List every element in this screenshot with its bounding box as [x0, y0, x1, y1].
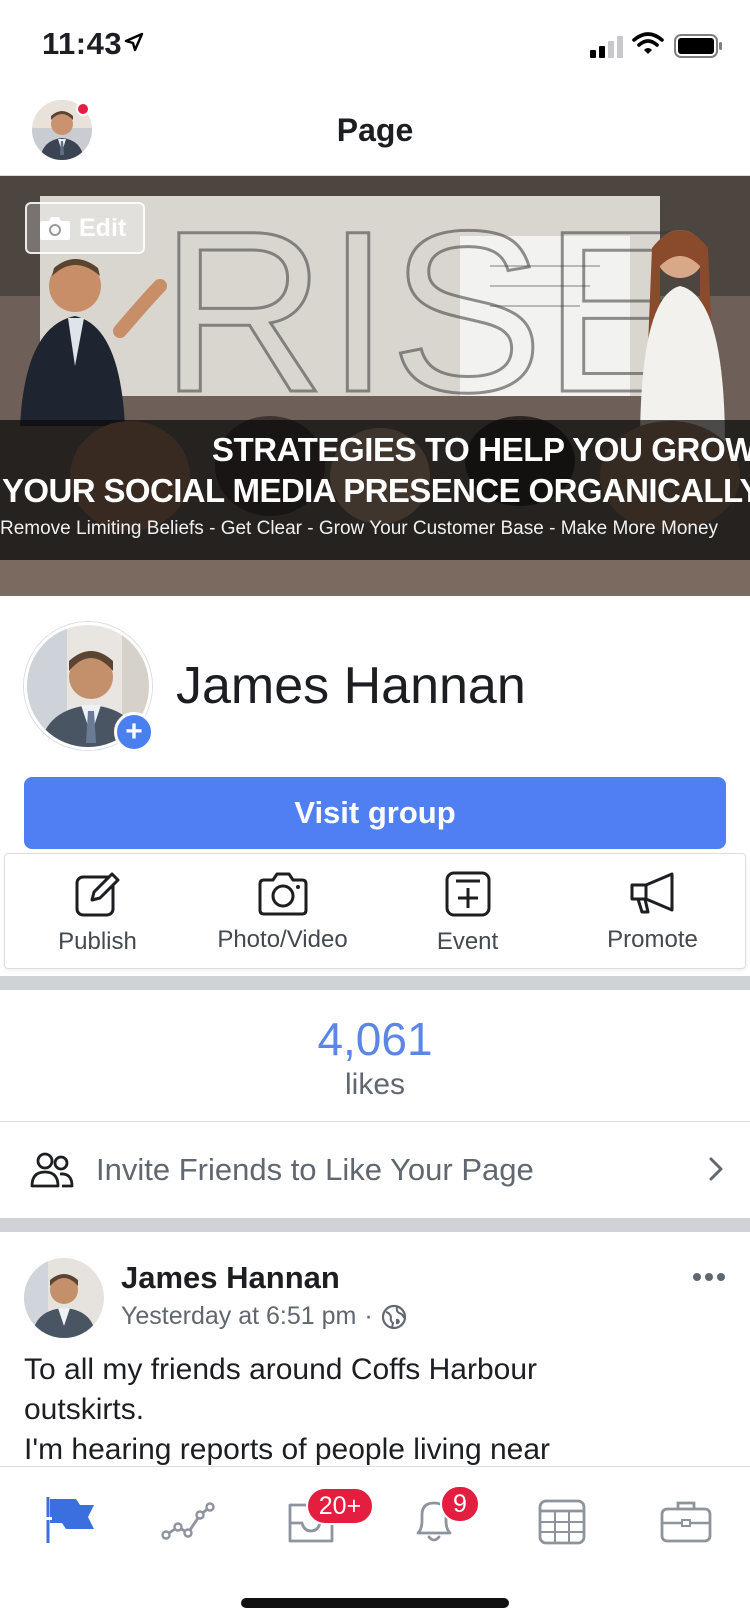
friends-icon [30, 1152, 74, 1188]
status-bar: 11:43 [0, 0, 750, 90]
wifi-icon [632, 32, 664, 54]
photo-video-button[interactable]: Photo/Video [190, 854, 375, 968]
post-text-line: outskirts. [24, 1393, 145, 1426]
globe-icon [381, 1304, 406, 1329]
briefcase-icon[interactable] [656, 1491, 716, 1551]
promote-button[interactable]: Promote [560, 854, 745, 968]
section-divider [0, 1218, 750, 1232]
post-text: To all my friends around Coffs Harbour o… [24, 1350, 724, 1470]
event-button[interactable]: Event [375, 854, 560, 968]
camera-icon [258, 872, 307, 916]
publish-label: Publish [58, 928, 137, 955]
edit-label: Edit [79, 213, 127, 242]
cover-tagline: Remove Limiting Beliefs - Get Clear - Gr… [0, 518, 719, 539]
home-indicator[interactable] [241, 1598, 509, 1608]
status-time: 11:43 [42, 26, 123, 61]
page-flag-icon[interactable] [44, 1491, 104, 1551]
chevron-right-icon [709, 1157, 723, 1181]
edit-icon [75, 872, 119, 917]
cover-headline-2: YOUR SOCIAL MEDIA PRESENCE ORGANICALLY [2, 472, 750, 509]
photo-video-label: Photo/Video [217, 926, 348, 953]
invite-friends-label: Invite Friends to Like Your Page [96, 1152, 534, 1187]
publish-button[interactable]: Publish [5, 854, 190, 968]
post-meta: Yesterday at 6:51 pm · [121, 1302, 407, 1331]
camera-icon [40, 217, 70, 240]
battery-icon [674, 34, 722, 58]
cellular-signal-icon [590, 36, 623, 58]
more-options-icon[interactable] [692, 1272, 726, 1282]
likes-count[interactable]: 4,061 [0, 1012, 750, 1066]
section-divider [0, 976, 750, 990]
add-profile-photo-button[interactable]: + [114, 712, 154, 752]
notifications-badge: 9 [440, 1485, 480, 1523]
post-timestamp[interactable]: Yesterday at 6:51 pm [121, 1302, 356, 1331]
event-plus-icon [445, 871, 490, 917]
insights-icon[interactable] [160, 1491, 220, 1551]
profile-name: James Hannan [176, 657, 526, 715]
edit-cover-button[interactable]: Edit [25, 202, 145, 254]
page-title: Page [336, 112, 414, 148]
calendar-icon[interactable] [532, 1491, 592, 1551]
meta-separator: · [364, 1302, 373, 1330]
action-bar: Publish Photo/Video Event Promote [4, 853, 746, 969]
post-text-line: To all my friends around Coffs Harbour [24, 1353, 538, 1386]
inbox-badge: 20+ [306, 1487, 374, 1525]
megaphone-icon [630, 872, 673, 914]
post-author-name[interactable]: James Hannan [121, 1260, 340, 1296]
nav-header: Page [0, 90, 750, 176]
promote-label: Promote [607, 926, 698, 953]
location-arrow-icon [124, 32, 144, 52]
cover-photo[interactable]: RISE Edit STRATEGIES TO HELP YOU GROW YO… [0, 176, 750, 596]
invite-friends-row[interactable]: Invite Friends to Like Your Page [0, 1122, 750, 1218]
cover-watermark: RISE [160, 183, 697, 440]
likes-label: likes [344, 1068, 405, 1101]
cover-headline-1: STRATEGIES TO HELP YOU GROW [211, 431, 750, 468]
visit-group-button[interactable]: Visit group [24, 777, 726, 849]
event-label: Event [436, 928, 499, 955]
post-author-avatar[interactable] [24, 1258, 104, 1338]
post-text-line: I'm hearing reports of people living nea… [24, 1433, 551, 1466]
